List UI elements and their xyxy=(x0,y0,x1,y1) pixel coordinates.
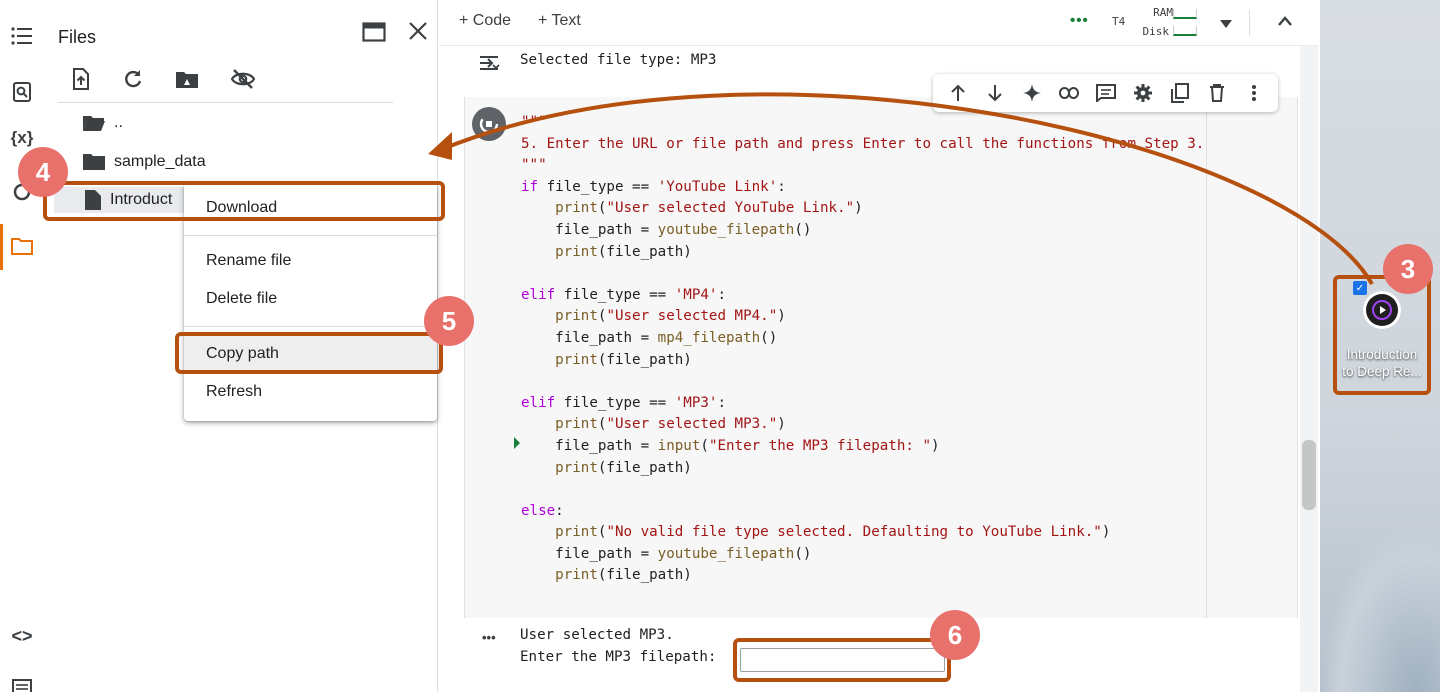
annotation-badge: 6 xyxy=(930,610,980,660)
annotation-badge: 5 xyxy=(424,296,474,346)
annotation-box-filepath-input xyxy=(733,638,951,682)
annotation-badge: 4 xyxy=(18,147,68,197)
annotation-box-desktop-file xyxy=(1333,275,1431,395)
annotation-box-copy-path xyxy=(175,332,443,374)
annotation-box-file-row xyxy=(43,181,445,221)
annotation-badge: 3 xyxy=(1383,244,1433,294)
